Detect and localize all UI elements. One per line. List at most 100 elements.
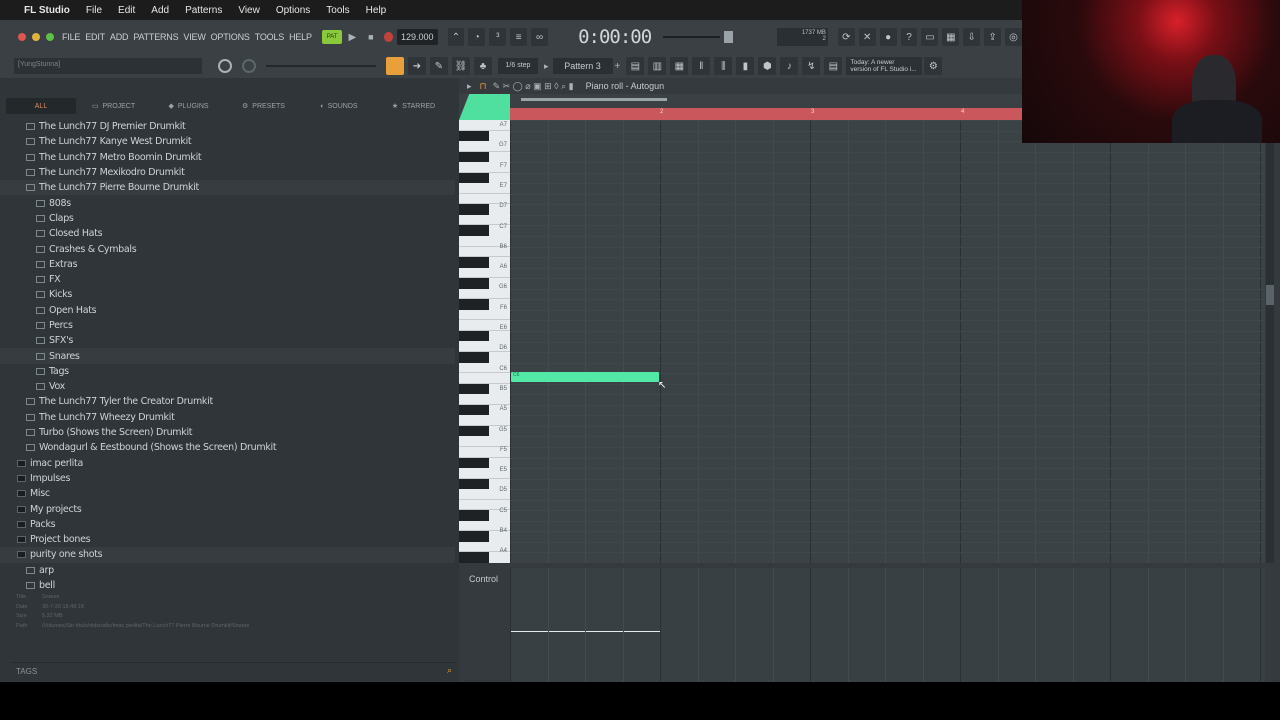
tab-starred[interactable]: ★ STARRED: [376, 102, 451, 111]
volume-slider-handle[interactable]: [723, 31, 733, 43]
black-key[interactable]: [459, 383, 489, 395]
black-key[interactable]: [459, 225, 489, 237]
save-icon[interactable]: ▭: [921, 28, 939, 46]
minimize-icon[interactable]: [32, 33, 40, 41]
tree-item[interactable]: purity one shots: [0, 547, 455, 563]
black-key[interactable]: [459, 299, 489, 310]
wait-icon[interactable]: ◔: [468, 28, 486, 46]
magnet-icon[interactable]: ⊓: [480, 81, 487, 92]
app-menu[interactable]: FL Studio: [24, 5, 70, 16]
piano-roll-menu-icon[interactable]: ▸: [467, 81, 472, 92]
metronome-icon[interactable]: ⌃: [447, 28, 465, 46]
piano-roll-icon[interactable]: ▥: [648, 57, 667, 75]
menu-file[interactable]: File: [86, 5, 102, 16]
black-key[interactable]: [459, 172, 489, 184]
tree-item[interactable]: Percs: [0, 318, 455, 333]
menu-add[interactable]: Add: [151, 5, 169, 16]
export-icon[interactable]: ⇪: [984, 28, 1002, 46]
tree-item[interactable]: 808s: [0, 195, 455, 210]
white-key[interactable]: [459, 394, 510, 405]
touch-keyboard-icon[interactable]: ♪: [780, 57, 799, 75]
menu-help[interactable]: Help: [366, 5, 387, 16]
black-key[interactable]: [459, 531, 489, 542]
tree-item[interactable]: Vox: [0, 379, 455, 394]
tree-item[interactable]: My projects: [0, 501, 455, 516]
playlist-icon[interactable]: ▤: [626, 57, 645, 75]
fl-menu-file[interactable]: FILE: [62, 32, 80, 42]
tree-item[interactable]: Crashes & Cymbals: [0, 241, 455, 256]
tree-item[interactable]: The Lunch77 Wheezy Drumkit: [0, 410, 455, 425]
tab-sounds[interactable]: ◖ SOUNDS: [301, 103, 376, 110]
download-icon[interactable]: ⇩: [963, 28, 981, 46]
add-pattern-icon[interactable]: +: [615, 61, 621, 72]
mixer-icon[interactable]: [386, 57, 404, 75]
tree-item[interactable]: Closed Hats: [0, 226, 455, 241]
mixer-view-icon[interactable]: ‖: [692, 57, 711, 75]
black-key[interactable]: [459, 478, 489, 490]
black-key[interactable]: [459, 425, 489, 437]
tree-item[interactable]: bell: [0, 578, 455, 593]
bar-ruler[interactable]: 2 3 4: [510, 108, 1023, 120]
black-key[interactable]: [459, 552, 489, 563]
tree-item[interactable]: The Lunch77 Kanye West Drumkit: [0, 134, 455, 149]
tags-bar[interactable]: TAGS ⌕: [10, 662, 456, 679]
tree-item[interactable]: Project bones: [0, 532, 455, 547]
tree-item[interactable]: arp: [0, 563, 455, 578]
tempo-display[interactable]: 129.000: [396, 29, 438, 45]
tab-plugins[interactable]: ◆ PLUGINS: [151, 102, 226, 111]
zoom-icon[interactable]: [46, 33, 54, 41]
mic-icon[interactable]: ●: [879, 28, 897, 46]
black-key[interactable]: [459, 204, 489, 215]
fl-menu-view[interactable]: VIEW: [183, 32, 205, 42]
menu-edit[interactable]: Edit: [118, 5, 135, 16]
black-key[interactable]: [459, 457, 489, 469]
control-grid[interactable]: [510, 568, 1265, 682]
tree-item[interactable]: Turbo (Shows the Screen) Drumkit: [0, 425, 455, 440]
tab-presets[interactable]: ⚙ PRESETS: [226, 102, 301, 111]
news-settings-icon[interactable]: ⚙: [924, 57, 943, 75]
link-icon[interactable]: ⛓: [452, 57, 470, 75]
note-grid[interactable]: [510, 120, 1265, 563]
tree-item[interactable]: Packs: [0, 517, 455, 532]
loop-record-icon[interactable]: ∞: [531, 28, 549, 46]
news-panel[interactable]: Today: A newer version of FL Studio i...: [846, 57, 923, 75]
tempo-tapper-icon[interactable]: ▤: [824, 57, 843, 75]
tree-item[interactable]: The Lunch77 Mexikodro Drumkit: [0, 165, 455, 180]
tree-item[interactable]: imac perlita: [0, 456, 455, 471]
tree-item[interactable]: The Lunch77 Pierre Bourne Drumkit: [0, 180, 455, 196]
online-icon[interactable]: ◎: [1005, 28, 1022, 46]
master-pitch-knob[interactable]: [242, 59, 256, 73]
tree-item[interactable]: Snares: [0, 348, 455, 364]
tree-item[interactable]: The Lunch77 Tyler the Creator Drumkit: [0, 394, 455, 409]
white-key[interactable]: [459, 436, 510, 447]
menu-patterns[interactable]: Patterns: [185, 5, 222, 16]
tab-all[interactable]: ALL: [6, 98, 76, 114]
white-key[interactable]: [459, 310, 510, 321]
menu-view[interactable]: View: [238, 5, 260, 16]
ruler-scroll[interactable]: [521, 98, 667, 101]
plugin-picker-icon[interactable]: ⬢: [758, 57, 777, 75]
record-icon[interactable]: [383, 32, 393, 42]
fl-menu-help[interactable]: HELP: [289, 32, 312, 42]
tree-item[interactable]: The Lunch77 Metro Boomin Drumkit: [0, 150, 455, 165]
menu-options[interactable]: Options: [276, 5, 310, 16]
piano-keyboard[interactable]: A7 G7 F7 E7 D7 C7 B6 A6 G6 F6 E6 D6 C6 B5 A5 G5 F5 E5 D5 C5…: [459, 120, 510, 563]
black-key[interactable]: [459, 151, 489, 163]
tree-item[interactable]: Claps: [0, 211, 455, 226]
fl-menu-tools[interactable]: TOOLS: [255, 32, 285, 42]
pattern-selector[interactable]: Pattern 3: [552, 58, 613, 74]
pattern-prev-icon[interactable]: ▸: [544, 61, 549, 72]
black-key[interactable]: [459, 330, 489, 342]
piano-roll-tools[interactable]: ✎ ✂ ◯ ⌀ ▣ ⊞ ◊ ⌕ ▮: [493, 81, 574, 92]
white-key[interactable]: [459, 415, 510, 426]
help-icon[interactable]: ?: [900, 28, 918, 46]
black-key[interactable]: [459, 510, 489, 521]
step-selector[interactable]: 1/6 step: [498, 58, 538, 74]
tools-icon[interactable]: ✕: [858, 28, 876, 46]
countdown-icon[interactable]: ³: [489, 28, 507, 46]
tree-item[interactable]: The Lunch77 DJ Premier Drumkit: [0, 119, 455, 134]
fl-menu-edit[interactable]: EDIT: [85, 32, 105, 42]
plugin-icon[interactable]: ▦: [942, 28, 960, 46]
time-display[interactable]: 0:00:00: [578, 26, 652, 48]
piano-roll-corner[interactable]: [459, 94, 510, 120]
